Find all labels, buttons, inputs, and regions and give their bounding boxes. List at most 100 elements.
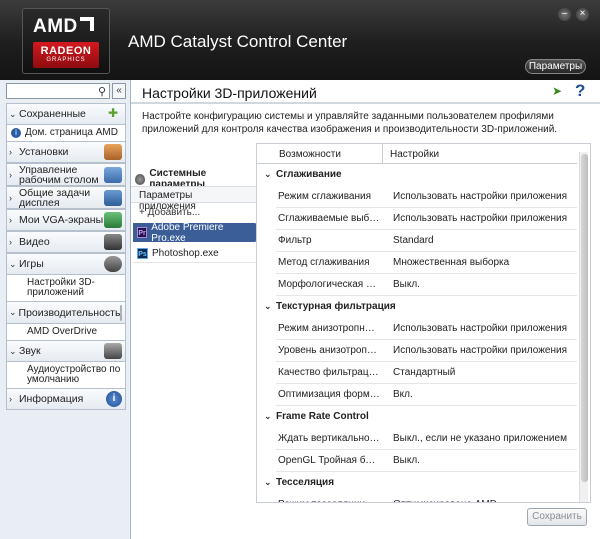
chevron-right-icon: › xyxy=(9,237,12,247)
setting-value-cell[interactable]: Множественная выборка xyxy=(393,257,509,268)
sidebar-item-desktop-management[interactable]: › Управление рабочим столом xyxy=(6,163,126,186)
sidebar-item-display-tasks[interactable]: › Общие задачи дисплея xyxy=(6,186,126,209)
info-icon: i xyxy=(106,391,122,407)
setting-value-cell[interactable]: Использовать настройки приложения xyxy=(393,191,567,202)
column-header-settings[interactable]: Настройки xyxy=(390,149,439,160)
photoshop-icon: Ps xyxy=(137,248,148,259)
sidebar-item-information[interactable]: › Информация i xyxy=(6,388,126,410)
feature-cell: Оптимизация формата... xyxy=(278,389,380,400)
table-row[interactable]: Сглаживаемые выборки Использовать настрой… xyxy=(257,208,577,230)
pin-page-icon[interactable]: ➤ xyxy=(552,84,568,98)
chevron-right-icon: › xyxy=(9,215,12,225)
logo-radeon-text: RADEON xyxy=(40,45,92,57)
amd-arrow-icon xyxy=(79,17,94,31)
feature-cell: Уровень анизотропной... xyxy=(278,345,380,356)
feature-cell: Режим тесселяции xyxy=(278,499,380,502)
table-row[interactable]: Фильтр Standard xyxy=(257,230,577,252)
feature-cell: Режим сглаживания xyxy=(278,191,371,202)
setting-value-cell[interactable]: Использовать настройки приложения xyxy=(393,345,567,356)
vertical-scrollbar[interactable] xyxy=(579,152,588,502)
sidebar-item-presets[interactable]: › Установки xyxy=(6,141,126,163)
gauge-icon xyxy=(120,304,122,321)
table-row[interactable]: Оптимизация формата... Вкл. xyxy=(257,384,577,406)
sidebar-item-amd-home[interactable]: i Дом. страница AMD xyxy=(6,125,126,141)
table-row[interactable]: Уровень анизотропной... Использовать наст… xyxy=(257,340,577,362)
setting-value-cell[interactable]: Выкл., если не указано приложением xyxy=(393,433,567,444)
search-icon[interactable]: ⚲ xyxy=(98,85,106,98)
pin-icon: ✚ xyxy=(107,106,119,120)
sidebar-item-overdrive[interactable]: AMD OverDrive xyxy=(6,324,126,340)
sidebar-item-label: Аудиоустройство по умолчанию xyxy=(27,364,121,385)
setting-value-cell[interactable]: Выкл. xyxy=(393,279,420,290)
chevron-down-icon: ⌄ xyxy=(9,258,17,269)
app-title: AMD Catalyst Control Center xyxy=(128,32,348,51)
help-icon[interactable]: ? xyxy=(575,81,585,101)
chevron-down-icon: ⌄ xyxy=(264,477,272,487)
table-group-label: Тесселяция xyxy=(276,477,335,488)
minimize-button[interactable]: – xyxy=(558,8,571,21)
collapse-sidebar-button[interactable]: « xyxy=(112,83,126,99)
app-item-photoshop[interactable]: Ps Photoshop.exe xyxy=(133,245,258,263)
setting-value-cell[interactable]: Выкл. xyxy=(393,455,420,466)
sidebar-item-label: Дом. страница AMD xyxy=(25,127,118,138)
table-row[interactable]: Режим сглаживания Использовать настройки … xyxy=(257,186,577,208)
app-item-label: Adobe Premiere Pro.exe xyxy=(151,221,224,244)
save-button[interactable]: Сохранить xyxy=(527,508,587,526)
premiere-icon: Pr xyxy=(137,227,148,238)
sidebar-item-sound[interactable]: ⌄ Звук xyxy=(6,340,126,362)
feature-cell: Качество фильтрации т... xyxy=(278,367,380,378)
sidebar-item-default-audio[interactable]: Аудиоустройство по умолчанию xyxy=(6,362,126,388)
page-description: Настройте конфигурацию системы и управля… xyxy=(142,111,558,135)
table-row[interactable]: Качество фильтрации т... Стандартный xyxy=(257,362,577,384)
close-button[interactable]: × xyxy=(576,8,589,21)
presets-icon xyxy=(104,144,122,160)
app-item-premiere[interactable]: Pr Adobe Premiere Pro.exe × xyxy=(133,223,269,242)
table-row[interactable]: OpenGL Тройная буфер... Выкл. xyxy=(257,450,577,472)
setting-value-cell[interactable]: Стандартный xyxy=(393,367,455,378)
preferences-button[interactable]: Параметры xyxy=(525,59,586,74)
sidebar-item-pinned[interactable]: ⌄ Сохраненные ✚ xyxy=(6,103,126,125)
table-group-header[interactable]: ⌄ Сглаживание xyxy=(257,164,577,186)
sidebar-item-label: Настройки 3D-приложений xyxy=(27,277,95,298)
feature-cell: Сглаживаемые выборки xyxy=(278,213,380,224)
table-group-header[interactable]: ⌄ Текстурная фильтрация xyxy=(257,296,577,318)
sidebar-item-games[interactable]: ⌄ Игры xyxy=(6,253,126,275)
plus-icon: + xyxy=(139,207,148,218)
table-header: Возможности Настройки xyxy=(257,144,577,164)
chevron-down-icon: ⌄ xyxy=(9,108,17,119)
chevron-down-icon: ⌄ xyxy=(9,345,17,356)
table-group-header[interactable]: ⌄ Frame Rate Control xyxy=(257,406,577,428)
setting-value-cell[interactable]: Использовать настройки приложения xyxy=(393,323,567,334)
title-divider xyxy=(131,102,600,104)
sidebar-item-vga-screens[interactable]: › Мои VGA-экраны xyxy=(6,209,126,231)
application-list: Системные параметры Параметры приложения… xyxy=(131,163,269,339)
add-app-label: Добавить... xyxy=(147,207,201,218)
sidebar-item-video[interactable]: › Видео xyxy=(6,231,126,253)
page-title: Настройки 3D-приложений xyxy=(142,85,317,101)
scrollbar-thumb[interactable] xyxy=(581,154,588,482)
amd-radeon-logo: AMD RADEON GRAPHICS xyxy=(22,8,110,74)
sidebar-item-label: Управление рабочим столом xyxy=(19,163,99,186)
table-row[interactable]: Метод сглаживания Множественная выборка xyxy=(257,252,577,274)
sidebar-item-3d-settings[interactable]: Настройки 3D-приложений xyxy=(6,275,126,301)
column-header-features[interactable]: Возможности xyxy=(279,149,341,160)
table-group-label: Текстурная фильтрация xyxy=(276,301,396,312)
sidebar-item-performance[interactable]: ⌄ Производительность xyxy=(6,301,126,324)
table-body: ⌄ Сглаживание Режим сглаживания Использоват… xyxy=(257,164,577,502)
search-input[interactable]: ⚲ xyxy=(6,83,110,99)
sidebar-item-label: AMD OverDrive xyxy=(27,326,98,337)
table-row[interactable]: Режим тесселяции Оптимизировано AMD xyxy=(257,494,577,502)
chevron-down-icon: ⌄ xyxy=(264,301,272,311)
setting-value-cell[interactable]: Оптимизировано AMD xyxy=(393,499,497,502)
column-divider[interactable] xyxy=(382,144,383,164)
table-row[interactable]: Режим анизотропной... Использовать настро… xyxy=(257,318,577,340)
table-row[interactable]: Ждать вертикального о... Выкл., если не у… xyxy=(257,428,577,450)
setting-value-cell[interactable]: Использовать настройки приложения xyxy=(393,213,567,224)
table-group-header[interactable]: ⌄ Тесселяция xyxy=(257,472,577,494)
feature-cell: Фильтр xyxy=(278,235,312,246)
add-app-button[interactable]: + Добавить... xyxy=(139,207,200,218)
setting-value-cell[interactable]: Вкл. xyxy=(393,389,413,400)
table-row[interactable]: Морфологическая фил... Выкл. xyxy=(257,274,577,296)
table-group-label: Сглаживание xyxy=(276,169,342,180)
setting-value-cell[interactable]: Standard xyxy=(393,235,434,246)
